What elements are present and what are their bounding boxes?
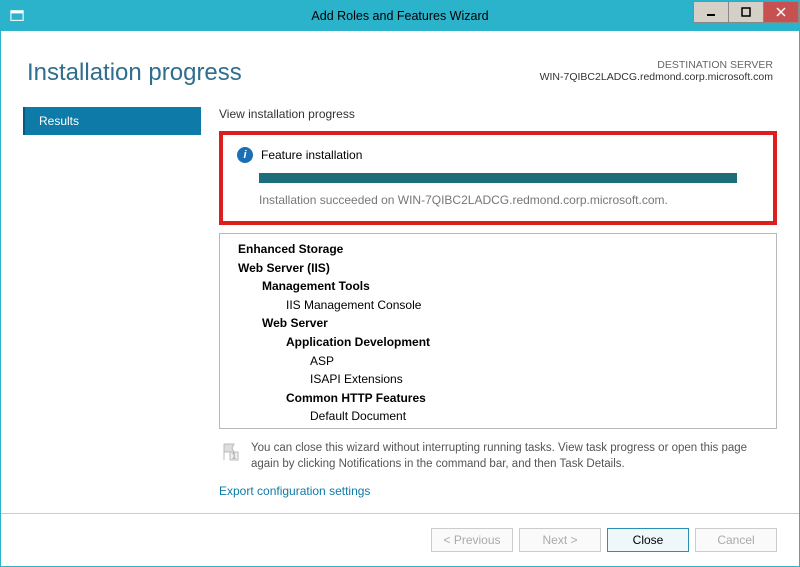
tree-item: Directory Browsing [230, 426, 766, 429]
sidebar-item-results[interactable]: Results [23, 107, 201, 135]
destination-label: DESTINATION SERVER [540, 59, 773, 71]
sidebar-item-label: Results [39, 114, 79, 128]
maximize-button[interactable] [728, 1, 764, 23]
hint-text: You can close this wizard without interr… [251, 441, 777, 472]
highlight-box: i Feature installation Installation succ… [219, 131, 777, 225]
tree-item: Application Development [230, 333, 766, 352]
page-title: Installation progress [27, 59, 540, 87]
tree-item: ISAPI Extensions [230, 370, 766, 389]
tree-item: Web Server (IIS) [230, 259, 766, 278]
tree-item: ASP [230, 352, 766, 371]
tree-item: IIS Management Console [230, 296, 766, 315]
body-row: Results View installation progress i Fea… [1, 107, 799, 513]
tree-item: Enhanced Storage [230, 240, 766, 259]
previous-button: < Previous [431, 528, 513, 552]
hint-row: 1 You can close this wizard without inte… [219, 439, 777, 480]
destination-server: WIN-7QIBC2LADCG.redmond.corp.microsoft.c… [540, 71, 773, 83]
progress-bar [259, 173, 737, 183]
feature-tree[interactable]: Enhanced StorageWeb Server (IIS)Manageme… [219, 233, 777, 429]
close-button[interactable]: Close [607, 528, 689, 552]
export-settings-link[interactable]: Export configuration settings [219, 484, 370, 498]
view-progress-label: View installation progress [219, 107, 777, 121]
destination-block: DESTINATION SERVER WIN-7QIBC2LADCG.redmo… [540, 59, 773, 83]
main-area: View installation progress i Feature ins… [219, 107, 777, 513]
sidebar: Results [23, 107, 201, 513]
flag-icon: 1 [219, 441, 241, 463]
tree-item: Common HTTP Features [230, 389, 766, 408]
minimize-button[interactable] [693, 1, 729, 23]
window-controls [694, 1, 799, 31]
feature-title-row: i Feature installation [237, 147, 759, 163]
footer: < Previous Next > Close Cancel [1, 513, 799, 566]
next-button: Next > [519, 528, 601, 552]
app-icon [7, 6, 27, 26]
wizard-window: Add Roles and Features Wizard Installati… [0, 0, 800, 567]
cancel-button: Cancel [695, 528, 777, 552]
link-row: Export configuration settings [219, 480, 777, 506]
info-icon: i [237, 147, 253, 163]
tree-item: Management Tools [230, 277, 766, 296]
status-text: Installation succeeded on WIN-7QIBC2LADC… [259, 193, 759, 207]
feature-title: Feature installation [261, 148, 362, 162]
content-area: Installation progress DESTINATION SERVER… [1, 31, 799, 566]
tree-item: Web Server [230, 314, 766, 333]
svg-text:1: 1 [232, 452, 237, 461]
header-row: Installation progress DESTINATION SERVER… [1, 31, 799, 107]
close-window-button[interactable] [763, 1, 799, 23]
titlebar: Add Roles and Features Wizard [1, 1, 799, 31]
tree-item: Default Document [230, 407, 766, 426]
window-title: Add Roles and Features Wizard [1, 9, 799, 23]
